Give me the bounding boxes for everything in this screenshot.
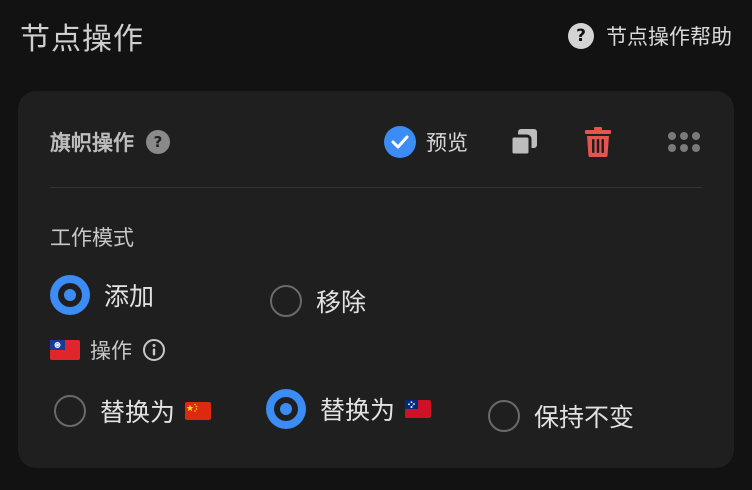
taiwan-flag-icon: [50, 340, 80, 360]
card-actions: 预览: [384, 124, 702, 160]
drag-handle[interactable]: [666, 124, 702, 160]
preview-toggle[interactable]: 预览: [384, 126, 468, 158]
grip-dots-icon: [668, 132, 700, 152]
operation-option-keep[interactable]: 保持不变: [488, 398, 634, 434]
mode-option-add[interactable]: 添加: [50, 275, 154, 315]
help-link-label: 节点操作帮助: [606, 25, 732, 49]
operation-option-replace-ws[interactable]: 替换为: [266, 389, 432, 429]
operation-option-label: 替换为: [320, 396, 396, 425]
card-header: 旗帜操作 ? 预览: [50, 121, 702, 163]
radio-checked-icon: [50, 275, 90, 315]
info-circle-icon[interactable]: [142, 338, 166, 362]
radio-checked-icon: [266, 389, 306, 429]
mode-option-label: 移除: [316, 288, 367, 317]
operation-label: 操作: [90, 339, 132, 363]
trash-icon: [585, 127, 611, 157]
mode-label: 工作模式: [50, 226, 134, 250]
operation-option-label: 保持不变: [534, 403, 635, 432]
operation-option-label: 替换为: [100, 398, 176, 427]
radio-unchecked-icon: [54, 395, 86, 427]
delete-button[interactable]: [580, 124, 616, 160]
divider: [50, 187, 702, 188]
question-circle-icon: ?: [568, 23, 594, 49]
preview-label: 预览: [426, 131, 468, 155]
question-circle-icon[interactable]: ?: [146, 130, 170, 154]
mode-option-label: 添加: [104, 282, 155, 311]
flag-operation-card: 旗帜操作 ? 预览 工作模式 添加 移除 操作 替换为 替换为 保持不变: [18, 91, 734, 468]
mode-option-remove[interactable]: 移除: [270, 283, 366, 319]
radio-unchecked-icon: [488, 400, 520, 432]
operation-row: 操作: [50, 335, 166, 365]
copy-button[interactable]: [506, 124, 542, 160]
page: 节点操作 ? 节点操作帮助 旗帜操作 ? 预览 工作模式 添加 移除 操作 替换…: [0, 0, 752, 490]
check-icon: [384, 126, 416, 158]
help-link[interactable]: ? 节点操作帮助: [568, 21, 732, 51]
card-title: 旗帜操作: [50, 131, 134, 155]
radio-unchecked-icon: [270, 285, 302, 317]
china-flag-icon: [185, 402, 212, 420]
operation-option-replace-cn[interactable]: 替换为: [54, 393, 212, 429]
page-title: 节点操作: [20, 22, 144, 57]
samoa-flag-icon: [405, 400, 432, 418]
copy-icon: [509, 129, 537, 157]
